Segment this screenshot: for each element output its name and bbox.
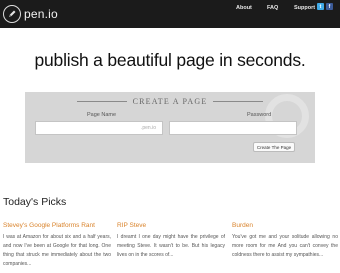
panel-heading: CREATE A PAGE bbox=[25, 97, 315, 106]
create-page-panel: CREATE A PAGE Page Name Password .pen.io… bbox=[25, 92, 315, 163]
pick-excerpt: I was at Amazon for about six and a half… bbox=[3, 234, 111, 267]
nav-link-about[interactable]: About bbox=[236, 5, 252, 11]
divider bbox=[76, 101, 127, 102]
facebook-icon[interactable]: f bbox=[326, 3, 333, 10]
pick-excerpt: I dreamt I one day might have the privil… bbox=[117, 234, 225, 258]
pick-item: Burden You've got me and your solitude a… bbox=[232, 222, 338, 260]
twitter-icon[interactable]: t bbox=[317, 3, 324, 10]
pick-title-link[interactable]: RIP Steve bbox=[117, 222, 225, 229]
divider bbox=[213, 101, 264, 102]
page-name-input[interactable]: .pen.io bbox=[35, 121, 163, 135]
nav-link-support[interactable]: Support bbox=[294, 5, 315, 11]
create-page-button[interactable]: Create The Page bbox=[253, 142, 295, 152]
nav-link-faq[interactable]: FAQ bbox=[267, 5, 278, 11]
password-label: Password bbox=[247, 112, 272, 118]
password-input[interactable] bbox=[169, 121, 297, 135]
top-navigation-bar: pen.io About FAQ Support t f bbox=[0, 0, 340, 28]
pick-title-link[interactable]: Stevey's Google Platforms Rant bbox=[3, 222, 111, 229]
pick-title-link[interactable]: Burden bbox=[232, 222, 338, 229]
todays-picks-heading: Today's Picks bbox=[3, 196, 67, 208]
pen-icon bbox=[3, 5, 21, 23]
brand-name: pen.io bbox=[24, 7, 58, 21]
pick-item: RIP Steve I dreamt I one day might have … bbox=[117, 222, 225, 260]
panel-title: CREATE A PAGE bbox=[132, 97, 208, 106]
pick-excerpt: You've got me and your solitude allowing… bbox=[232, 234, 338, 258]
brand-logo[interactable]: pen.io bbox=[3, 5, 58, 23]
hero-tagline: publish a beautiful page in seconds. bbox=[34, 50, 306, 70]
pick-item: Stevey's Google Platforms Rant I was at … bbox=[3, 222, 111, 269]
page-name-label: Page Name bbox=[87, 112, 117, 118]
domain-suffix: .pen.io bbox=[140, 125, 156, 131]
